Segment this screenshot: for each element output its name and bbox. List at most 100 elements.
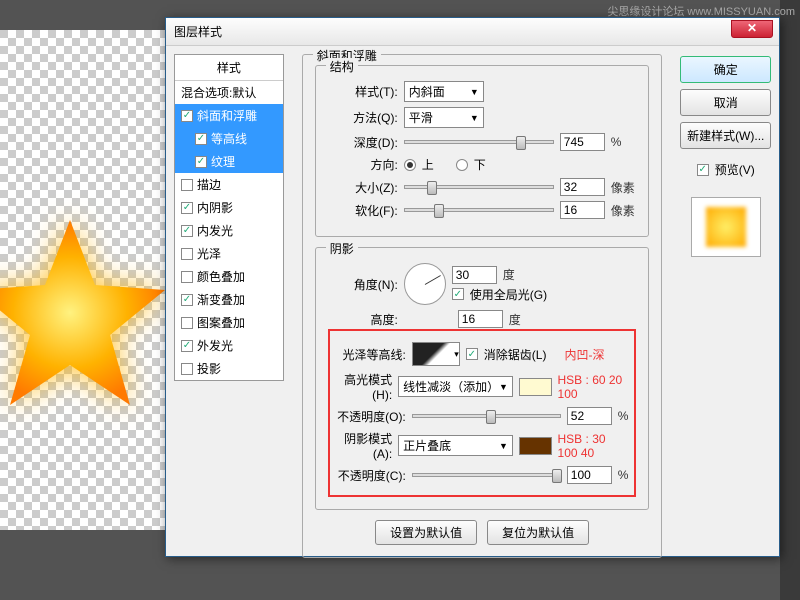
style-item-label: 图案叠加 xyxy=(197,314,245,331)
preview-thumbnail xyxy=(691,197,761,257)
hopacity-unit: % xyxy=(618,409,629,423)
make-default-button[interactable]: 设置为默认值 xyxy=(375,520,477,545)
shadow-color-swatch[interactable] xyxy=(519,437,552,455)
ok-button[interactable]: 确定 xyxy=(680,56,771,83)
style-item-9[interactable]: 图案叠加 xyxy=(175,311,283,334)
style-checkbox[interactable]: ✓ xyxy=(181,202,193,214)
style-item-label: 内发光 xyxy=(197,222,233,239)
chevron-down-icon: ▼ xyxy=(499,382,508,392)
direction-up-radio[interactable] xyxy=(404,159,416,171)
chevron-down-icon: ▼ xyxy=(470,113,479,123)
style-checkbox[interactable] xyxy=(181,248,193,260)
method-combo[interactable]: 平滑▼ xyxy=(404,107,484,128)
style-item-10[interactable]: ✓ 外发光 xyxy=(175,334,283,357)
close-button[interactable]: ✕ xyxy=(731,20,773,38)
style-item-label: 斜面和浮雕 xyxy=(197,107,257,124)
style-item-label: 外发光 xyxy=(197,337,233,354)
style-checkbox[interactable]: ✓ xyxy=(195,156,207,168)
style-checkbox[interactable] xyxy=(181,179,193,191)
style-item-5[interactable]: ✓ 内发光 xyxy=(175,219,283,242)
highlight-mode-combo[interactable]: 线性减淡（添加）▼ xyxy=(398,376,513,397)
dialog-title: 图层样式 xyxy=(174,23,222,40)
depth-slider[interactable] xyxy=(404,140,554,144)
soften-unit: 像素 xyxy=(611,202,635,219)
direction-label: 方向: xyxy=(328,156,398,173)
style-item-1[interactable]: ✓ 等高线 xyxy=(175,127,283,150)
style-combo[interactable]: 内斜面▼ xyxy=(404,81,484,102)
style-checkbox[interactable]: ✓ xyxy=(181,294,193,306)
styles-header[interactable]: 样式 xyxy=(175,55,283,81)
direction-down-radio[interactable] xyxy=(456,159,468,171)
annotation-contour: 内凹-深 xyxy=(564,346,604,363)
cancel-button[interactable]: 取消 xyxy=(680,89,771,116)
shadow-mode-label: 阴影模式(A): xyxy=(336,430,392,461)
layer-style-dialog: 图层样式 ✕ 样式 混合选项:默认 ✓斜面和浮雕✓等高线✓纹理描边✓内阴影✓内发… xyxy=(165,17,780,557)
shadow-opacity-input[interactable]: 100 xyxy=(567,466,612,484)
method-label: 方法(Q): xyxy=(328,109,398,126)
style-item-label: 光泽 xyxy=(197,245,221,262)
shadow-mode-combo[interactable]: 正片叠底▼ xyxy=(398,435,513,456)
global-light-checkbox[interactable]: ✓ xyxy=(452,288,464,300)
styles-sidebar: 样式 混合选项:默认 ✓斜面和浮雕✓等高线✓纹理描边✓内阴影✓内发光光泽颜色叠加… xyxy=(166,46,292,556)
dir-down-label: 下 xyxy=(474,156,486,173)
style-item-7[interactable]: 颜色叠加 xyxy=(175,265,283,288)
highlight-opacity-input[interactable]: 52 xyxy=(567,407,612,425)
style-item-11[interactable]: 投影 xyxy=(175,357,283,380)
soften-slider[interactable] xyxy=(404,208,554,212)
sopacity-unit: % xyxy=(618,468,629,482)
gloss-contour-picker[interactable]: ▾ xyxy=(412,342,460,366)
structure-label: 结构 xyxy=(326,58,358,75)
canvas-checker xyxy=(0,30,165,530)
style-label: 样式(T): xyxy=(328,83,398,100)
style-item-4[interactable]: ✓内阴影 xyxy=(175,196,283,219)
style-item-2[interactable]: ✓ 纹理 xyxy=(175,150,283,173)
shadow-opacity-slider[interactable] xyxy=(412,473,561,477)
preview-checkbox[interactable]: ✓ xyxy=(697,164,709,176)
depth-label: 深度(D): xyxy=(328,134,398,151)
size-label: 大小(Z): xyxy=(328,179,398,196)
reset-default-button[interactable]: 复位为默认值 xyxy=(487,520,589,545)
star-layer xyxy=(0,210,170,410)
style-item-6[interactable]: 光泽 xyxy=(175,242,283,265)
soften-input[interactable]: 16 xyxy=(560,201,605,219)
highlight-opacity-label: 不透明度(O): xyxy=(336,408,406,425)
antialias-checkbox[interactable]: ✓ xyxy=(466,348,478,360)
style-item-label: 渐变叠加 xyxy=(197,291,245,308)
size-input[interactable]: 32 xyxy=(560,178,605,196)
style-checkbox[interactable] xyxy=(181,271,193,283)
highlight-opacity-slider[interactable] xyxy=(412,414,561,418)
angle-unit: 度 xyxy=(503,266,515,283)
angle-input[interactable]: 30 xyxy=(452,266,497,284)
shading-label: 阴影 xyxy=(326,240,358,257)
chevron-down-icon: ▾ xyxy=(454,349,459,360)
style-item-label: 颜色叠加 xyxy=(197,268,245,285)
blend-options-item[interactable]: 混合选项:默认 xyxy=(175,81,283,104)
style-item-label: 等高线 xyxy=(211,130,247,147)
style-item-3[interactable]: 描边 xyxy=(175,173,283,196)
annotation-hsb2: HSB : 30 100 40 xyxy=(558,432,629,460)
angle-wheel[interactable] xyxy=(404,263,446,305)
altitude-unit: 度 xyxy=(509,311,521,328)
annotation-box: 光泽等高线: ▾ ✓ 消除锯齿(L) 内凹-深 高光模式(H): 线性减淡（添加… xyxy=(328,329,637,497)
style-item-8[interactable]: ✓ 渐变叠加 xyxy=(175,288,283,311)
style-item-0[interactable]: ✓ 斜面和浮雕 xyxy=(175,104,283,127)
altitude-input[interactable]: 16 xyxy=(458,310,503,328)
style-item-label: 描边 xyxy=(197,176,221,193)
highlight-color-swatch[interactable] xyxy=(519,378,552,396)
style-item-label: 纹理 xyxy=(211,153,235,170)
new-style-button[interactable]: 新建样式(W)... xyxy=(680,122,771,149)
shading-group: 阴影 角度(N): 30 度 ✓ 使用全局光(G) xyxy=(315,247,650,510)
app-panel-edge xyxy=(780,0,800,600)
style-checkbox[interactable]: ✓ xyxy=(181,110,193,122)
size-slider[interactable] xyxy=(404,185,554,189)
style-checkbox[interactable] xyxy=(181,317,193,329)
right-buttons: 确定 取消 新建样式(W)... ✓ 预览(V) xyxy=(672,46,779,556)
style-checkbox[interactable]: ✓ xyxy=(181,340,193,352)
depth-input[interactable]: 745 xyxy=(560,133,605,151)
chevron-down-icon: ▼ xyxy=(470,87,479,97)
style-checkbox[interactable] xyxy=(181,363,193,375)
dir-up-label: 上 xyxy=(422,156,434,173)
style-checkbox[interactable]: ✓ xyxy=(195,133,207,145)
titlebar[interactable]: 图层样式 ✕ xyxy=(166,18,779,46)
style-checkbox[interactable]: ✓ xyxy=(181,225,193,237)
